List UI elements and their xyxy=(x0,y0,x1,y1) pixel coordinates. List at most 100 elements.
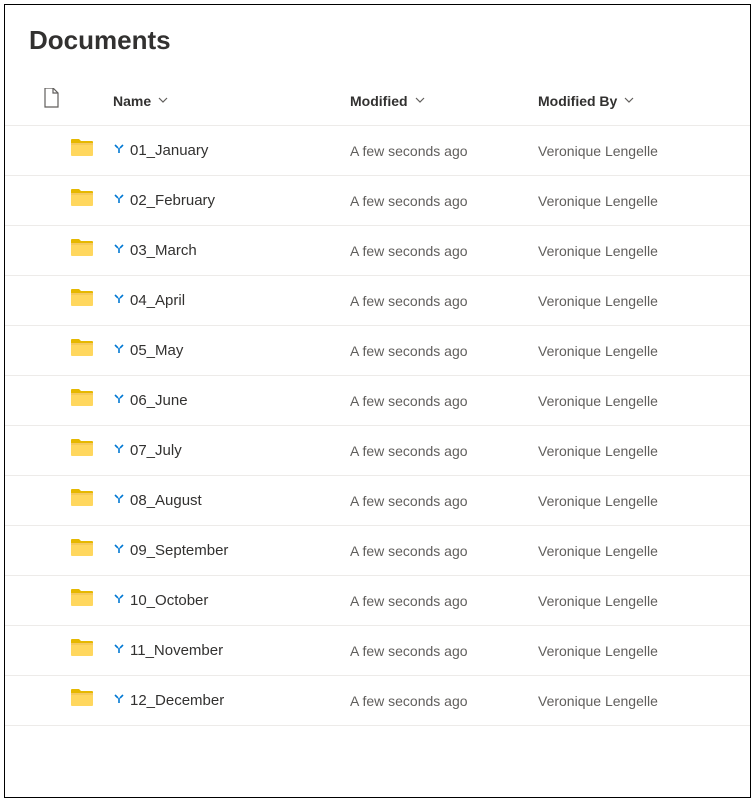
row-modifiedby-cell: Veronique Lengelle xyxy=(538,293,750,309)
table-row[interactable]: 12_December A few seconds ago Veronique Le… xyxy=(5,676,750,726)
item-name[interactable]: 09_September xyxy=(130,542,228,559)
column-name-label: Name xyxy=(113,93,151,109)
column-header-name[interactable]: Name xyxy=(97,93,350,109)
table-header: Name Modified xyxy=(5,76,750,126)
item-name[interactable]: 01_January xyxy=(130,142,208,159)
row-icon-cell xyxy=(5,489,97,512)
row-name-cell[interactable]: 08_August xyxy=(97,492,350,510)
chevron-down-icon xyxy=(414,93,426,109)
row-icon-cell xyxy=(5,289,97,312)
folder-icon xyxy=(71,689,93,712)
table-row[interactable]: 05_May A few seconds ago Veronique Lengell… xyxy=(5,326,750,376)
item-modified: A few seconds ago xyxy=(350,543,468,559)
row-modified-cell: A few seconds ago xyxy=(350,143,538,159)
row-modifiedby-cell: Veronique Lengelle xyxy=(538,543,750,559)
folder-icon xyxy=(71,339,93,362)
item-modifiedby: Veronique Lengelle xyxy=(538,343,658,359)
item-modifiedby: Veronique Lengelle xyxy=(538,693,658,709)
item-name[interactable]: 07_July xyxy=(130,442,182,459)
row-name-cell[interactable]: 05_May xyxy=(97,342,350,360)
new-item-icon xyxy=(113,192,125,210)
item-modified: A few seconds ago xyxy=(350,443,468,459)
column-type-icon[interactable] xyxy=(5,88,97,113)
item-name[interactable]: 05_May xyxy=(130,342,183,359)
row-name-cell[interactable]: 07_July xyxy=(97,442,350,460)
table-row[interactable]: 06_June A few seconds ago Veronique Lengel… xyxy=(5,376,750,426)
column-header-modified[interactable]: Modified xyxy=(350,93,538,109)
table-row[interactable]: 03_MarchA few seconds agoVeronique Lenge… xyxy=(5,226,750,276)
row-modified-cell: A few seconds ago xyxy=(350,593,538,609)
table-row[interactable]: 11_NovemberA few seconds agoVeronique Le… xyxy=(5,626,750,676)
chevron-down-icon xyxy=(157,93,169,109)
row-modifiedby-cell: Veronique Lengelle xyxy=(538,393,750,409)
row-modifiedby-cell: Veronique Lengelle xyxy=(538,643,750,659)
new-item-icon xyxy=(113,492,125,510)
row-name-cell[interactable]: 12_December xyxy=(97,692,350,710)
folder-icon xyxy=(71,389,93,412)
row-modifiedby-cell: Veronique Lengelle xyxy=(538,443,750,459)
row-name-cell[interactable]: 09_September xyxy=(97,542,350,560)
row-icon-cell xyxy=(5,439,97,462)
chevron-down-icon xyxy=(623,93,635,109)
row-modified-cell: A few seconds ago xyxy=(350,693,538,709)
item-modifiedby: Veronique Lengelle xyxy=(538,193,658,209)
new-item-icon xyxy=(113,642,125,660)
table-row[interactable]: 10_October A few seconds agoVeronique Len… xyxy=(5,576,750,626)
row-icon-cell xyxy=(5,639,97,662)
item-modifiedby: Veronique Lengelle xyxy=(538,293,658,309)
row-icon-cell xyxy=(5,539,97,562)
row-icon-cell xyxy=(5,139,97,162)
item-name[interactable]: 11_November xyxy=(130,642,223,659)
item-name[interactable]: 02_February xyxy=(130,192,215,209)
row-icon-cell xyxy=(5,189,97,212)
row-name-cell[interactable]: 02_February xyxy=(97,192,350,210)
row-name-cell[interactable]: 01_January xyxy=(97,142,350,160)
folder-icon xyxy=(71,139,93,162)
item-name[interactable]: 03_March xyxy=(130,242,197,259)
item-modifiedby: Veronique Lengelle xyxy=(538,443,658,459)
table-row[interactable]: 04_April A few seconds agoVeronique Lenge… xyxy=(5,276,750,326)
new-item-icon xyxy=(113,292,125,310)
item-name[interactable]: 06_June xyxy=(130,392,188,409)
item-modifiedby: Veronique Lengelle xyxy=(538,393,658,409)
table-row[interactable]: 02_February A few seconds agoVeronique Le… xyxy=(5,176,750,226)
folder-icon xyxy=(71,539,93,562)
column-modified-label: Modified xyxy=(350,93,408,109)
item-modifiedby: Veronique Lengelle xyxy=(538,493,658,509)
row-name-cell[interactable]: 03_March xyxy=(97,242,350,260)
row-name-cell[interactable]: 10_October xyxy=(97,592,350,610)
documents-table: Name Modified xyxy=(5,76,750,726)
row-icon-cell xyxy=(5,339,97,362)
row-modified-cell: A few seconds ago xyxy=(350,493,538,509)
row-modifiedby-cell: Veronique Lengelle xyxy=(538,343,750,359)
row-name-cell[interactable]: 06_June xyxy=(97,392,350,410)
item-name[interactable]: 08_August xyxy=(130,492,202,509)
row-modifiedby-cell: Veronique Lengelle xyxy=(538,593,750,609)
item-name[interactable]: 04_April xyxy=(130,292,185,309)
column-modifiedby-label: Modified By xyxy=(538,93,617,109)
row-name-cell[interactable]: 11_November xyxy=(97,642,350,660)
row-modified-cell: A few seconds ago xyxy=(350,193,538,209)
row-modified-cell: A few seconds ago xyxy=(350,393,538,409)
item-modified: A few seconds ago xyxy=(350,143,468,159)
table-row[interactable]: 08_August A few seconds agoVeronique Leng… xyxy=(5,476,750,526)
row-modified-cell: A few seconds ago xyxy=(350,293,538,309)
folder-icon xyxy=(71,639,93,662)
row-modifiedby-cell: Veronique Lengelle xyxy=(538,143,750,159)
table-row[interactable]: 07_July A few seconds ago Veronique Lengel… xyxy=(5,426,750,476)
item-modified: A few seconds ago xyxy=(350,693,468,709)
row-modified-cell: A few seconds ago xyxy=(350,443,538,459)
item-name[interactable]: 10_October xyxy=(130,592,208,609)
table-row[interactable]: 01_January A few seconds ago Veronique Len… xyxy=(5,126,750,176)
file-type-icon xyxy=(43,88,59,113)
column-header-modifiedby[interactable]: Modified By xyxy=(538,93,750,109)
item-modified: A few seconds ago xyxy=(350,243,468,259)
new-item-icon xyxy=(113,692,125,710)
item-name[interactable]: 12_December xyxy=(130,692,224,709)
row-name-cell[interactable]: 04_April xyxy=(97,292,350,310)
item-modified: A few seconds ago xyxy=(350,393,468,409)
item-modified: A few seconds ago xyxy=(350,343,468,359)
table-row[interactable]: 09_September A few seconds ago Veronique L… xyxy=(5,526,750,576)
new-item-icon xyxy=(113,142,125,160)
new-item-icon xyxy=(113,392,125,410)
